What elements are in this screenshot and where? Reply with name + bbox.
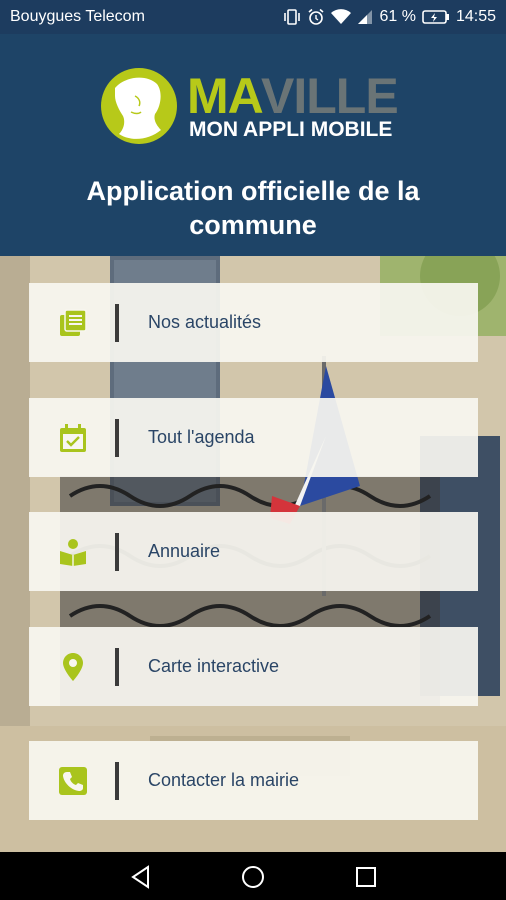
status-bar: Bouygues Telecom 61 % 14:55 bbox=[0, 0, 506, 34]
page-title-line-2: commune bbox=[189, 210, 317, 240]
system-nav-bar bbox=[0, 852, 506, 900]
page-title-line-1: Application officielle de la bbox=[86, 176, 420, 206]
status-icons: 61 % 14:55 bbox=[283, 8, 496, 26]
directory-icon bbox=[60, 539, 86, 566]
alarm-icon bbox=[308, 8, 324, 25]
menu-divider bbox=[115, 419, 119, 457]
phone-icon bbox=[59, 767, 87, 795]
menu-item-label: Annuaire bbox=[148, 541, 221, 561]
menu-item-news[interactable]: Nos actualités bbox=[29, 283, 478, 362]
menu-item-agenda[interactable]: Tout l'agenda bbox=[29, 398, 478, 477]
menu-item-label: Tout l'agenda bbox=[148, 427, 255, 447]
app-header: MA VILLE MON APPLI MOBILE Application of… bbox=[0, 34, 506, 256]
menu-item-contact[interactable]: Contacter la mairie bbox=[29, 741, 478, 820]
logo-text-ma: MA bbox=[187, 68, 264, 124]
signal-icon bbox=[358, 10, 373, 24]
vibrate-icon bbox=[284, 9, 301, 25]
main-menu-area: Nos actualités Tout l'agenda Annuaire Ca… bbox=[0, 256, 506, 852]
menu-item-label: Contacter la mairie bbox=[148, 770, 300, 790]
map-pin-icon bbox=[63, 653, 83, 681]
menu-divider bbox=[115, 304, 119, 342]
home-icon[interactable] bbox=[240, 864, 266, 890]
page-title: Application officielle de la commune bbox=[0, 174, 506, 242]
battery-icon bbox=[422, 10, 449, 24]
menu-item-label: Nos actualités bbox=[148, 312, 262, 332]
menu-item-label: Carte interactive bbox=[148, 656, 280, 676]
menu-item-map[interactable]: Carte interactive bbox=[29, 627, 478, 706]
menu-divider bbox=[115, 648, 119, 686]
menu-divider bbox=[115, 533, 119, 571]
back-icon[interactable] bbox=[128, 864, 154, 890]
clock: 14:55 bbox=[455, 8, 496, 25]
menu-item-directory[interactable]: Annuaire bbox=[29, 512, 478, 591]
calendar-icon bbox=[60, 424, 86, 452]
logo-marianne-emblem bbox=[101, 68, 177, 144]
menu-divider bbox=[115, 762, 119, 800]
carrier-name: Bouygues Telecom bbox=[10, 8, 145, 25]
mavillle-logo: MA VILLE MON APPLI MOBILE bbox=[101, 68, 411, 148]
wifi-icon bbox=[331, 9, 352, 24]
battery-percent: 61 % bbox=[379, 8, 416, 25]
recent-apps-icon[interactable] bbox=[353, 864, 379, 890]
logo-tagline: MON APPLI MOBILE bbox=[189, 118, 393, 141]
news-icon bbox=[60, 309, 87, 336]
logo-text-ville: VILLE bbox=[261, 68, 399, 124]
